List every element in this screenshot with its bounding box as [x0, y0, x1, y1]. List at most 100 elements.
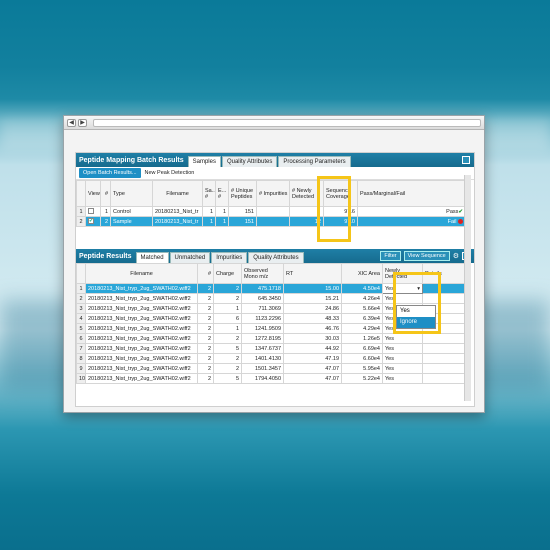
- main-content: Peptide Mapping Batch Results Samples Qu…: [75, 152, 475, 407]
- back-icon[interactable]: ◀: [67, 118, 76, 127]
- column-header[interactable]: View: [85, 180, 101, 207]
- column-header[interactable]: RT: [283, 263, 342, 284]
- details-cell: [422, 353, 466, 364]
- column-header[interactable]: XIC Area: [341, 263, 383, 284]
- newly-detected-cell[interactable]: Yes: [382, 353, 423, 364]
- maximize-icon[interactable]: [462, 156, 470, 164]
- table-row[interactable]: 10 20180213_Nist_tryp_2ug_SWATH02.wiff2 2 5…: [76, 373, 466, 384]
- view-checkbox[interactable]: ✔: [85, 216, 101, 227]
- row-number: 6: [76, 333, 86, 344]
- view-checkbox[interactable]: [85, 206, 101, 217]
- cell: 46.76: [283, 323, 342, 334]
- details-cell: [422, 283, 466, 294]
- cell: 1272.8195: [241, 333, 284, 344]
- newly-detected-cell[interactable]: Yes: [382, 343, 423, 354]
- cell: 5: [213, 373, 242, 384]
- tab-samples[interactable]: Samples: [187, 156, 221, 167]
- gear-icon[interactable]: ⚙: [453, 252, 459, 260]
- table-row[interactable]: 6 20180213_Nist_tryp_2ug_SWATH02.wiff2 2 2 1…: [76, 333, 466, 344]
- row-number: 2: [76, 293, 86, 304]
- results-panel-header: Peptide Results Matched Unmatched Impuri…: [76, 249, 474, 263]
- table-row[interactable]: 8 20180213_Nist_tryp_2ug_SWATH02.wiff2 2 2 1…: [76, 353, 466, 364]
- corner-cell: [76, 180, 86, 207]
- cell: 6: [213, 313, 242, 324]
- status-cell: Fail: [357, 216, 466, 227]
- cell: 1: [202, 216, 216, 227]
- row-number: 2: [76, 216, 86, 227]
- tab-quality-attributes[interactable]: Quality Attributes: [221, 156, 278, 167]
- cell: 1241.9509: [241, 323, 284, 334]
- table-row[interactable]: 1 20180213_Nist_tryp_2ug_SWATH02.wiff2 2 2 4…: [76, 283, 466, 294]
- cell: 2: [213, 283, 242, 294]
- status-label: Pass: [446, 208, 459, 215]
- cell: 711.3069: [241, 303, 284, 314]
- cell: 151: [228, 206, 257, 217]
- newly-detected-cell[interactable]: Yes ▾: [382, 283, 423, 294]
- tab-matched[interactable]: Matched: [135, 252, 169, 263]
- status-cell: Pass✔: [357, 206, 466, 217]
- filename-cell: 20180213_Nist_tryp_2ug_SWATH02.wiff2: [85, 313, 198, 324]
- chevron-down-icon[interactable]: ▾: [417, 286, 420, 292]
- dropdown-option-ignore[interactable]: Ignore: [397, 317, 435, 328]
- address-bar[interactable]: [93, 118, 481, 127]
- status-label: Fail: [447, 218, 457, 225]
- newly-detected-dropdown-list: Yes Ignore: [396, 305, 436, 329]
- cell: 2: [197, 313, 214, 324]
- table-row[interactable]: 2 20180213_Nist_tryp_2ug_SWATH02.wiff2 2 2 6…: [76, 293, 466, 304]
- table-row[interactable]: 2 ✔ 2 Sample 20180213_Nist_tr 1 1 151 12…: [76, 216, 466, 227]
- cell: 645.3450: [241, 293, 284, 304]
- newly-detected-select[interactable]: Yes ▾: [385, 286, 420, 292]
- column-header[interactable]: # Impurities: [256, 180, 290, 207]
- column-header[interactable]: # Newly Detected: [289, 180, 324, 207]
- column-header[interactable]: Charge: [213, 263, 242, 284]
- results-toolbar: Filter View Sequence ⚙: [380, 251, 470, 261]
- cell: 2: [197, 353, 214, 364]
- filter-button[interactable]: Filter: [380, 251, 401, 261]
- tab-impurities[interactable]: Impurities: [211, 252, 248, 263]
- browser-chrome: ◀ ▶: [64, 116, 484, 130]
- column-header[interactable]: Filename: [85, 263, 198, 284]
- newly-detected-cell[interactable]: Yes: [382, 293, 423, 304]
- column-header[interactable]: Filename: [152, 180, 203, 207]
- details-cell: [422, 293, 466, 304]
- column-header[interactable]: Observed Mono m/z: [241, 263, 284, 284]
- table-row[interactable]: 7 20180213_Nist_tryp_2ug_SWATH02.wiff2 2 5 1…: [76, 343, 466, 354]
- table-row[interactable]: 1 1 Control 20180213_Nist_tr 1 1 151 97.…: [76, 206, 466, 217]
- column-header[interactable]: E... #: [215, 180, 229, 207]
- cell: 1: [213, 303, 242, 314]
- tab-unmatched[interactable]: Unmatched: [169, 252, 211, 263]
- cell: 1: [202, 206, 216, 217]
- column-header[interactable]: Newly Detected: [382, 263, 423, 284]
- column-header[interactable]: Sequence Coverage: [323, 180, 358, 207]
- column-header[interactable]: Sa... #: [202, 180, 216, 207]
- column-header[interactable]: # Unique Peptides: [228, 180, 257, 207]
- newly-detected-cell[interactable]: Yes: [382, 333, 423, 344]
- forward-icon[interactable]: ▶: [78, 118, 87, 127]
- tab-quality-attributes[interactable]: Quality Attributes: [248, 252, 304, 263]
- cell: [256, 206, 290, 217]
- column-header[interactable]: #: [100, 180, 111, 207]
- new-peak-detection-button[interactable]: New Peak Detection: [145, 170, 195, 176]
- cell: 6.39e4: [341, 313, 383, 324]
- column-header[interactable]: #: [197, 263, 214, 284]
- cell: 1401.4130: [241, 353, 284, 364]
- open-batch-results-button[interactable]: Open Batch Results...: [79, 168, 141, 178]
- scrollbar[interactable]: [464, 175, 471, 401]
- column-header[interactable]: Pass/Marginal/Fail: [357, 180, 466, 207]
- filename-cell: 20180213_Nist_tryp_2ug_SWATH02.wiff2: [85, 343, 198, 354]
- newly-detected-cell[interactable]: Yes: [382, 373, 423, 384]
- cell: 48.33: [283, 313, 342, 324]
- column-header[interactable]: Details: [422, 263, 466, 284]
- tab-processing-parameters[interactable]: Processing Parameters: [278, 156, 351, 167]
- newly-detected-cell[interactable]: Yes: [382, 363, 423, 374]
- dropdown-option-yes[interactable]: Yes: [397, 306, 435, 317]
- filename-cell: 20180213_Nist_tryp_2ug_SWATH02.wiff2: [85, 323, 198, 334]
- view-sequence-button[interactable]: View Sequence: [403, 251, 450, 261]
- cell: 1123.2296: [241, 313, 284, 324]
- cell: 2: [197, 363, 214, 374]
- table-row[interactable]: 9 20180213_Nist_tryp_2ug_SWATH02.wiff2 2 2 1…: [76, 363, 466, 374]
- column-header[interactable]: Type: [110, 180, 153, 207]
- cell: 4.50e4: [341, 283, 383, 294]
- filename-cell: 20180213_Nist_tryp_2ug_SWATH02.wiff2: [85, 293, 198, 304]
- cell: 6.69e4: [341, 343, 383, 354]
